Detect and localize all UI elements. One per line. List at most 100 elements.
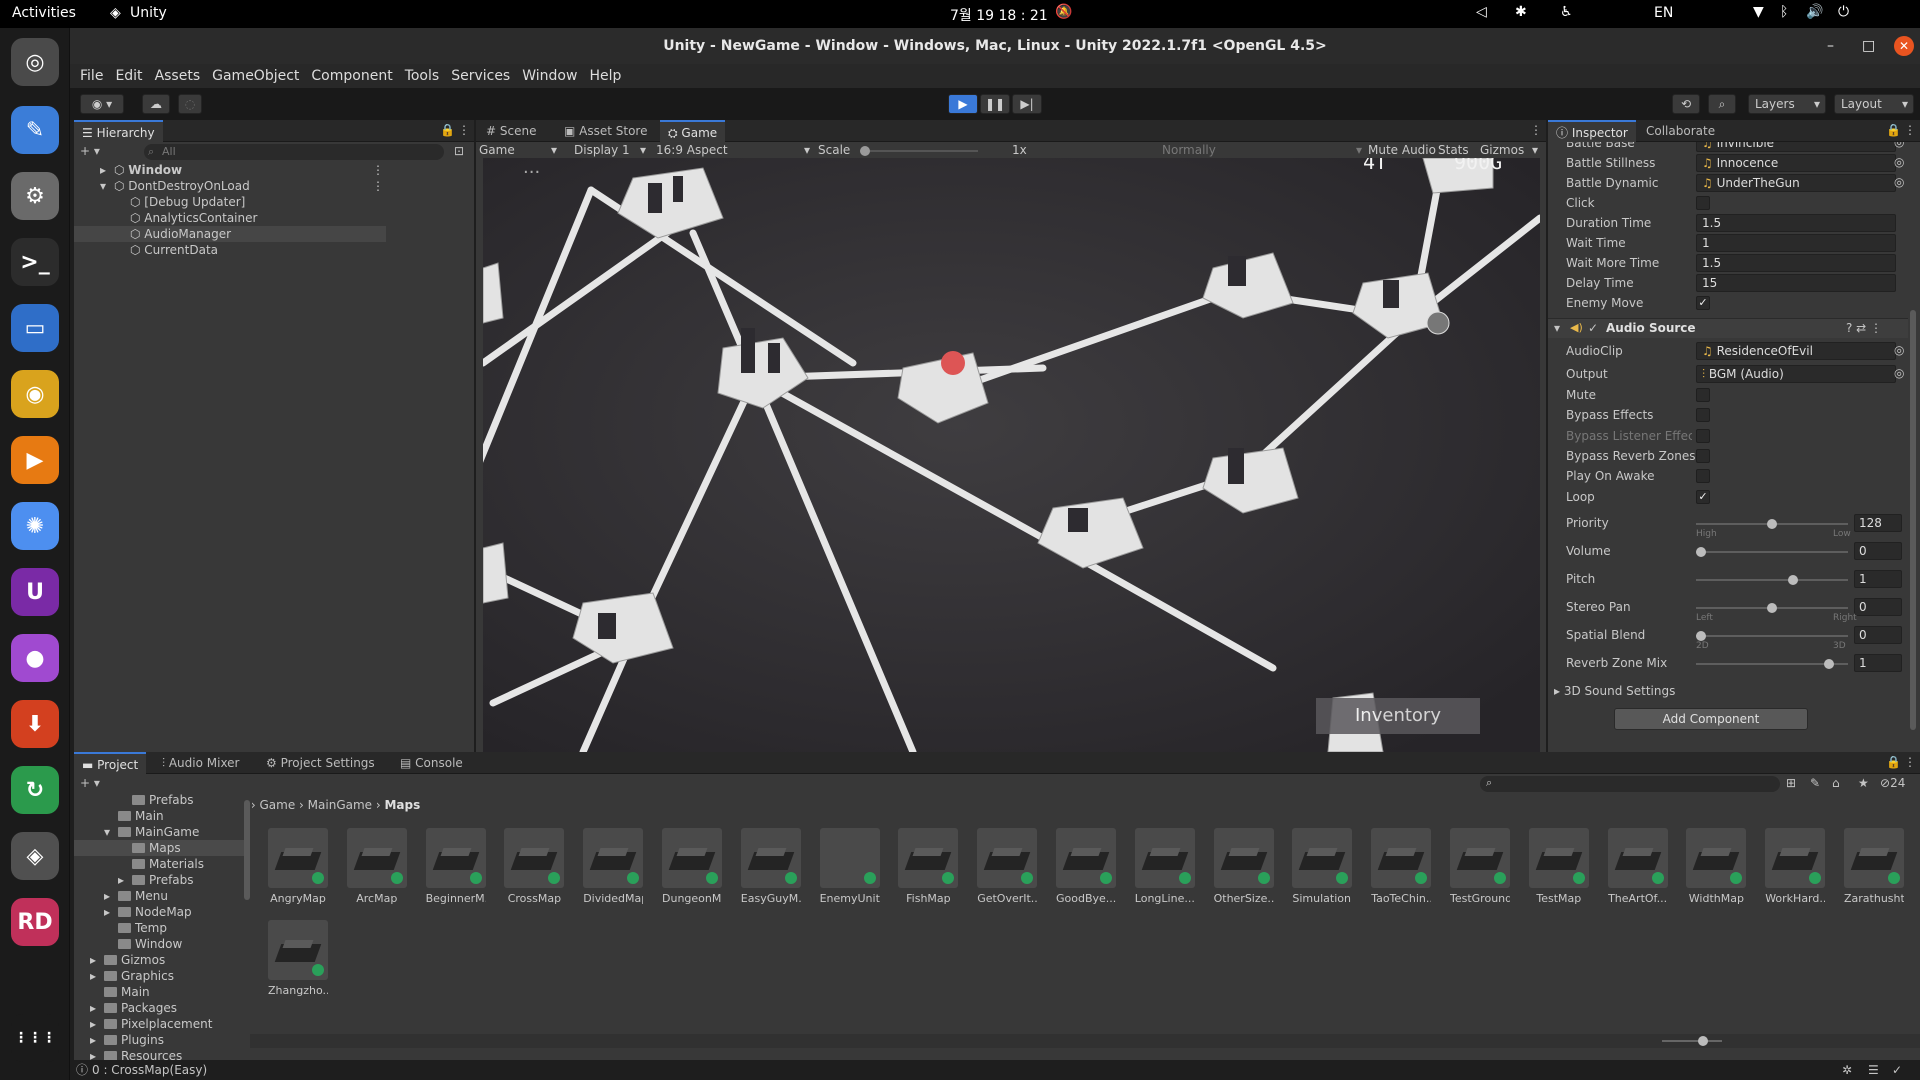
favorite-icon[interactable]: ★ — [1858, 776, 1869, 790]
sync-app-icon[interactable]: ↻ — [11, 766, 59, 814]
downloader-icon[interactable]: ⬇ — [11, 700, 59, 748]
asset-item[interactable]: TestMap — [1528, 828, 1589, 908]
expand-arrow-icon[interactable]: ▸ — [104, 888, 110, 904]
field-value[interactable]: ♫ Invincible — [1696, 142, 1896, 152]
bluetooth-icon[interactable]: ᛒ — [1780, 4, 1788, 20]
asset-item[interactable]: TestGround — [1450, 828, 1510, 908]
unity-editor-icon[interactable]: ◈ — [11, 832, 59, 880]
folder-tree-item[interactable]: ▸ Menu — [74, 888, 244, 904]
folder-tree-item[interactable]: ▸ Plugins — [74, 1032, 244, 1048]
field-checkbox[interactable]: ✓ — [1696, 296, 1710, 310]
mute-audio-toggle[interactable]: Mute Audio — [1368, 143, 1436, 157]
slider-knob[interactable] — [1823, 659, 1834, 669]
play-button[interactable]: ▶ — [948, 94, 978, 114]
chrome-icon[interactable]: ◉ — [11, 370, 59, 418]
folder-tree-item[interactable]: Main — [74, 808, 244, 824]
lock-icon[interactable]: 🔒 — [1886, 123, 1901, 137]
lock-icon[interactable]: 🔒 — [440, 123, 455, 137]
rider-icon[interactable]: RD — [11, 898, 59, 946]
breadcrumb-item[interactable]: Game — [260, 798, 296, 812]
asset-item[interactable]: EnemyUnit... — [819, 828, 880, 908]
asset-item[interactable]: Zarathusht... — [1844, 828, 1904, 908]
expand-arrow-icon[interactable]: ▸ — [90, 968, 96, 984]
collapse-arrow-icon[interactable]: ▾ — [1554, 321, 1560, 335]
field-value[interactable]: 1.5 — [1696, 214, 1896, 232]
slider-knob[interactable] — [1767, 519, 1777, 529]
close-icon[interactable]: ✕ — [1894, 36, 1914, 56]
asset-item[interactable]: GoodBye... — [1056, 828, 1116, 908]
folder-tree-item[interactable]: Materials — [74, 856, 244, 872]
game-viewport[interactable]: ··· 4T 900G Inventory — [483, 158, 1540, 752]
hierarchy-item[interactable]: ⬡ CurrentData — [74, 242, 386, 258]
project-search-input[interactable]: ⌕ — [1480, 776, 1780, 792]
slider-track[interactable] — [1696, 603, 1848, 613]
menu-tools[interactable]: Tools — [399, 64, 446, 88]
files-icon[interactable]: ▭ — [11, 304, 59, 352]
asset-item[interactable]: DungeonM... — [662, 828, 722, 908]
expand-arrow-icon[interactable]: ▸ — [100, 162, 106, 178]
asset-item[interactable]: CrossMap — [504, 828, 565, 908]
step-button[interactable]: ▶| — [1012, 94, 1042, 114]
tab-project-settings[interactable]: ⚙ Project Settings — [258, 752, 383, 774]
slider-value[interactable]: 0 — [1854, 598, 1902, 616]
tab-asset-store[interactable]: ▣ Asset Store — [556, 120, 656, 142]
slider-value[interactable]: 0 — [1854, 542, 1902, 560]
breadcrumb-item[interactable]: Maps — [384, 798, 420, 812]
tab-project[interactable]: ▬ Project — [74, 752, 147, 774]
asset-item[interactable]: DividedMap — [583, 828, 644, 908]
kebab-menu-icon[interactable]: ⋮ — [1904, 755, 1916, 769]
object-picker-icon[interactable]: ◎ — [1894, 366, 1904, 380]
tab-scene[interactable]: # Scene — [478, 120, 544, 142]
gizmos-dropdown[interactable]: Gizmos — [1480, 143, 1524, 157]
slider-knob[interactable] — [1788, 575, 1799, 585]
pause-button[interactable]: ❚❚ — [980, 94, 1010, 114]
field-value[interactable]: ♫ UnderTheGun — [1696, 174, 1896, 192]
slider-knob[interactable] — [1767, 603, 1777, 613]
lock-icon[interactable]: 🔒 — [1886, 755, 1901, 769]
field-checkbox[interactable]: ✓ — [1696, 489, 1710, 504]
tab-collaborate[interactable]: Collaborate — [1638, 120, 1723, 142]
collab-button[interactable]: ◌ — [178, 94, 202, 114]
volume-icon[interactable]: 🔊 — [1806, 4, 1823, 20]
app-menu[interactable]: Unity — [130, 5, 167, 21]
3d-sound-settings-foldout[interactable]: ▸ 3D Sound Settings — [1554, 682, 1675, 700]
tab-hierarchy[interactable]: ☰ Hierarchy — [74, 120, 163, 142]
asset-item[interactable]: WidthMap — [1686, 828, 1747, 908]
undo-history-button[interactable]: ⟲ — [1672, 94, 1700, 114]
object-picker-icon[interactable]: ◎ — [1894, 343, 1904, 357]
aspect-dropdown[interactable]: 16:9 Aspect ▾ — [656, 143, 810, 157]
folder-tree-item[interactable]: ▾ MainGame — [74, 824, 244, 840]
status-message[interactable]: 0 : CrossMap(Easy) — [92, 1060, 207, 1080]
color-picker-icon[interactable]: ✎ — [11, 106, 59, 154]
screenshot-app-icon[interactable]: ◎ — [11, 38, 59, 86]
clock[interactable]: 7월 19 18 : 21 — [950, 5, 1048, 25]
asset-item[interactable]: Zhangzho... — [268, 920, 328, 1000]
asset-item[interactable]: FishMap — [898, 828, 959, 908]
slider-value[interactable]: 1 — [1854, 654, 1902, 672]
folder-tree-item[interactable]: Temp — [74, 920, 244, 936]
slider-knob[interactable] — [1696, 547, 1706, 557]
power-icon[interactable]: ⏻ — [1838, 4, 1849, 20]
inspector-scrollbar[interactable] — [1910, 310, 1916, 730]
search-by-type-icon[interactable]: ⊞ — [1786, 776, 1796, 790]
asset-item[interactable]: BeginnerM... — [425, 828, 486, 908]
accessibility-icon[interactable]: ♿ — [1560, 4, 1573, 20]
field-checkbox[interactable] — [1696, 408, 1710, 423]
color-tray-icon[interactable]: ✱ — [1515, 4, 1527, 20]
expand-arrow-icon[interactable]: ▸ — [90, 1032, 96, 1048]
folder-tree-scrollbar[interactable] — [244, 800, 250, 900]
account-dropdown[interactable]: ◉ ▾ — [80, 94, 124, 114]
field-checkbox[interactable] — [1696, 388, 1710, 402]
kebab-menu-icon[interactable]: ⋮ — [372, 178, 384, 194]
hierarchy-item[interactable]: ⬡ [Debug Updater] — [74, 194, 386, 210]
component-help-icon[interactable]: ? ⇄ ⋮ — [1846, 321, 1882, 335]
hidden-packages-badge[interactable]: ⊘24 — [1880, 776, 1905, 790]
expand-arrow-icon[interactable]: ▾ — [104, 824, 110, 840]
hierarchy-item[interactable]: ⬡ AnalyticsContainer — [74, 210, 386, 226]
field-value[interactable]: ♫ ResidenceOfEvil — [1696, 342, 1896, 360]
expand-arrow-icon[interactable]: ▸ — [104, 904, 110, 920]
menu-services[interactable]: Services — [445, 64, 516, 88]
slider-knob[interactable] — [1696, 631, 1706, 641]
add-object-button[interactable]: + ▾ — [80, 144, 100, 158]
chevron-down-icon[interactable]: ▾ — [1532, 143, 1538, 157]
